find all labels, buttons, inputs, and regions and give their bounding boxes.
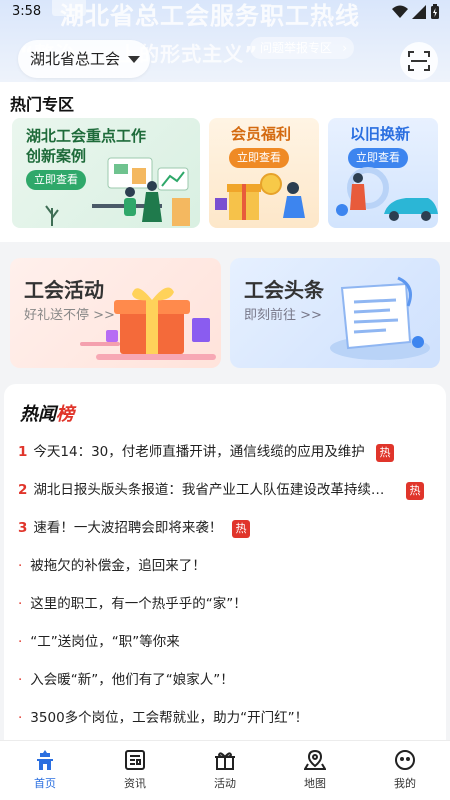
news-item[interactable]: 2 湖北日报头版头条报道：我省产业工人队伍建设改革持续… (18, 480, 384, 500)
news-bullet: · (18, 634, 23, 650)
location-label: 湖北省总工会 (30, 50, 121, 68)
profile-icon (395, 750, 415, 770)
tab-home[interactable]: 首页 (0, 741, 90, 800)
hot-zone-section: 热门专区 湖北工会重点工作 创新案例 立即查看 会员福利 立即查看 以旧换新 立… (0, 82, 450, 242)
hot-badge: 热 (406, 482, 424, 500)
gift-box-illustration (80, 287, 216, 360)
status-bar: 3:58 (0, 0, 450, 24)
tab-activities[interactable]: 活动 (180, 741, 270, 800)
tab-profile[interactable]: 我的 (360, 741, 450, 800)
benefits-illustration (215, 173, 305, 220)
news-text: 速看！一大波招聘会即将来袭！ (33, 520, 223, 536)
news-icon (125, 750, 145, 770)
news-item[interactable]: · 入会暖“新”，他们有了“娘家人”！ (18, 670, 234, 690)
news-item[interactable]: · 这里的职工，有一个热乎乎的“家”！ (18, 594, 247, 614)
news-bullet: · (18, 596, 23, 612)
trade-in-illustration (336, 167, 438, 221)
news-text: 3500多个岗位，工会帮就业，助力“开门红”！ (30, 710, 309, 726)
tab-map[interactable]: 地图 (270, 741, 360, 800)
bottom-tab-bar: 首页 资讯 活动 地图 我的 (0, 740, 450, 800)
tab-label: 我的 (394, 777, 416, 790)
news-rank: 2 (18, 482, 28, 498)
tab-label: 首页 (34, 777, 56, 790)
scan-icon (408, 51, 430, 71)
report-zone-label: 问题举报专区 (260, 41, 333, 55)
signal-icon (412, 5, 426, 19)
status-time: 3:58 (12, 4, 42, 19)
news-bullet: · (18, 710, 23, 726)
news-bullet: · (18, 672, 23, 688)
news-text: 湖北日报头版头条报道：我省产业工人队伍建设改革持续… (33, 482, 385, 498)
home-icon (37, 750, 53, 770)
card-innovation-cases[interactable]: 湖北工会重点工作 创新案例 立即查看 (12, 118, 200, 228)
chevron-right-icon: › (342, 41, 348, 55)
chevron-down-icon (128, 56, 141, 63)
tab-label: 资讯 (124, 777, 146, 790)
news-text: 今天14：30，付老师直播开讲，通信线缆的应用及维护 (33, 444, 365, 460)
battery-icon (431, 4, 439, 19)
office-illustration (45, 157, 190, 226)
news-item[interactable]: · 被拖欠的补偿金，追回来了！ (18, 556, 206, 576)
location-selector[interactable]: 湖北省总工会 (18, 40, 151, 78)
hot-badge: 热 (376, 444, 394, 462)
map-icon (304, 749, 326, 770)
news-item[interactable]: · “工”送岗位，“职”等你来 (18, 632, 180, 652)
tab-label: 活动 (214, 777, 236, 790)
card-member-benefits[interactable]: 会员福利 立即查看 (209, 118, 319, 228)
news-item[interactable]: 1 今天14：30，付老师直播开讲，通信线缆的应用及维护 (18, 442, 365, 462)
gift-icon (215, 752, 235, 770)
wifi-icon (392, 5, 408, 18)
hot-news-panel: 热闻榜 1 今天14：30，付老师直播开讲，通信线缆的应用及维护 热 2 湖北日报头… (4, 384, 446, 744)
tab-label: 地图 (304, 777, 326, 790)
news-text: 入会暖“新”，他们有了“娘家人”！ (30, 672, 234, 688)
hot-news-title-part1: 热闻 (20, 404, 56, 425)
card-trade-in[interactable]: 以旧换新 立即查看 (328, 118, 438, 228)
hot-badge: 热 (232, 520, 250, 538)
document-illustration (330, 276, 430, 360)
scan-button[interactable] (400, 42, 438, 80)
hot-news-title-part2: 榜 (56, 404, 74, 425)
tab-news[interactable]: 资讯 (90, 741, 180, 800)
report-zone-link[interactable]: 问题举报专区 › (250, 37, 355, 59)
status-icons (392, 4, 440, 20)
news-rank: 1 (18, 444, 28, 460)
news-text: “工”送岗位，“职”等你来 (30, 634, 180, 650)
news-text: 被拖欠的补偿金，追回来了！ (30, 558, 206, 574)
news-item[interactable]: 3 速看！一大波招聘会即将来袭！ (18, 518, 222, 538)
section-title: 热门专区 (10, 95, 75, 114)
hot-news-title: 热闻榜 (20, 400, 74, 426)
union-headlines-card[interactable]: 工会头条 即刻前往 >> (230, 258, 440, 368)
union-activities-card[interactable]: 工会活动 好礼送不停 >> (10, 258, 221, 368)
news-item[interactable]: · 3500多个岗位，工会帮就业，助力“开门红”！ (18, 708, 308, 728)
news-bullet: · (18, 558, 23, 574)
news-text: 这里的职工，有一个热乎乎的“家”！ (30, 596, 247, 612)
news-rank: 3 (18, 520, 28, 536)
